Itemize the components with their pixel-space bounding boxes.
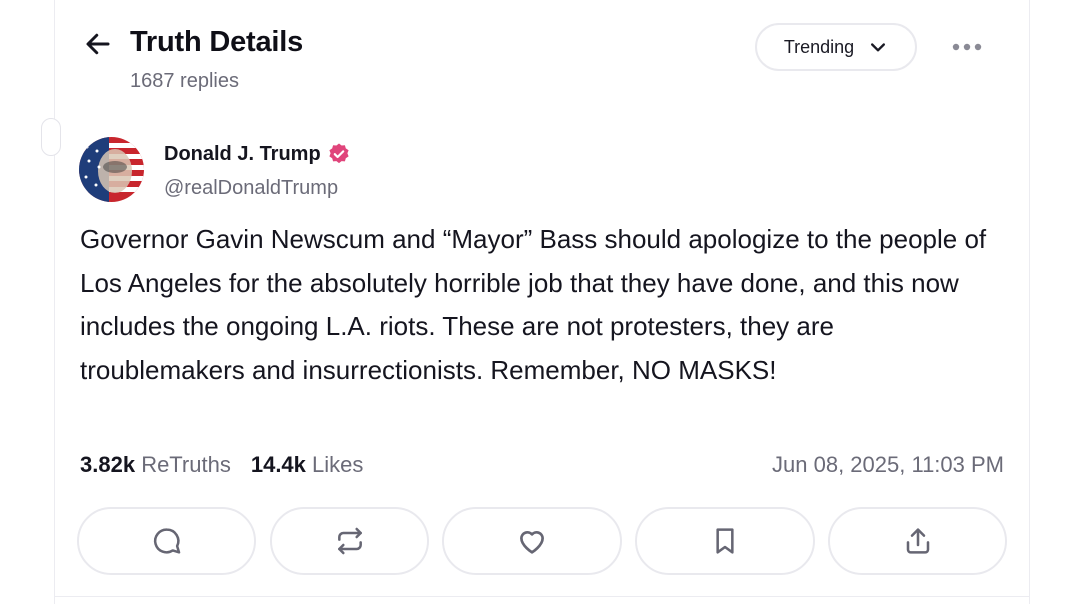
post-stats: 3.82k ReTruths 14.4k Likes [80, 452, 363, 478]
likes-count: 14.4k [250, 452, 306, 477]
retruths-count: 3.82k [80, 452, 136, 477]
share-button[interactable] [828, 507, 1007, 575]
verified-badge-icon [327, 142, 351, 166]
retruths-label: ReTruths [141, 452, 231, 477]
sort-dropdown[interactable]: Trending [755, 23, 917, 71]
back-button[interactable] [82, 28, 114, 60]
heart-icon [515, 524, 549, 558]
share-icon [902, 525, 934, 557]
likes-stat[interactable]: 14.4k Likes [251, 452, 364, 478]
repost-icon [334, 525, 366, 557]
bookmark-button[interactable] [635, 507, 815, 575]
author-handle[interactable]: @realDonaldTrump [164, 177, 338, 200]
comment-icon [151, 525, 183, 557]
avatar[interactable] [79, 137, 144, 202]
page-title: Truth Details [130, 26, 304, 58]
author-name[interactable]: Donald J. Trump [164, 142, 351, 166]
sort-label: Trending [783, 36, 855, 57]
like-button[interactable] [442, 507, 622, 575]
likes-label: Likes [312, 452, 364, 477]
bookmark-icon [709, 525, 741, 557]
action-bar [77, 507, 1007, 575]
more-options-button[interactable] [944, 30, 990, 64]
post-timestamp: Jun 08, 2025, 11:03 PM [772, 452, 1004, 477]
author-name-text: Donald J. Trump [164, 142, 321, 165]
reply-button[interactable] [77, 507, 256, 575]
more-horizontal-icon [951, 42, 983, 52]
retruth-button[interactable] [270, 507, 429, 575]
divider [55, 596, 1029, 597]
replies-count: 1687 replies [130, 70, 239, 92]
side-scroll-handle[interactable] [41, 118, 61, 156]
arrow-left-icon [83, 29, 113, 59]
post-body: Governor Gavin Newscum and “Mayor” Bass … [80, 224, 987, 385]
retruths-stat[interactable]: 3.82k ReTruths [80, 452, 231, 478]
chevron-down-icon [868, 37, 888, 57]
